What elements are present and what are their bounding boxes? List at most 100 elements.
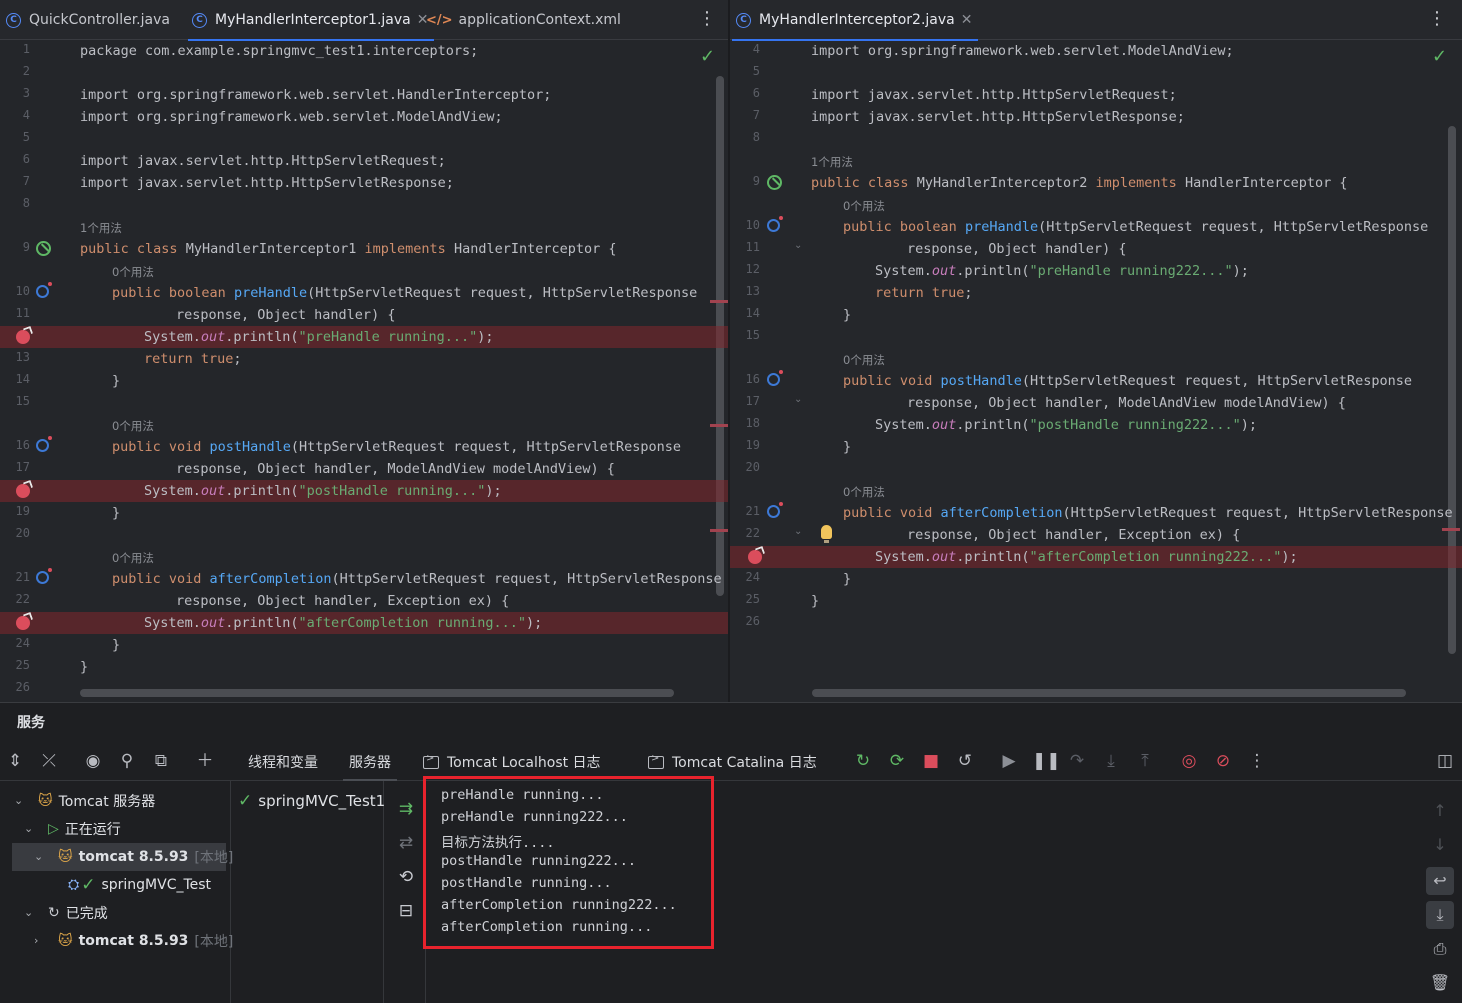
breakpoint-icon[interactable]	[16, 616, 30, 630]
implements-method-icon[interactable]	[767, 216, 783, 232]
new-group-icon[interactable]: ⧉	[150, 750, 172, 772]
code-line-breakpoint: System.out.println("afterCompletion runn…	[0, 612, 728, 634]
pause-icon[interactable]: ❚❚	[1032, 750, 1061, 772]
chevron-down-icon[interactable]: ⌄	[24, 822, 33, 835]
usage-hint[interactable]: 0个用法	[843, 352, 885, 368]
tab-myhandlerinterceptor1[interactable]: C MyHandlerInterceptor1.java ✕	[187, 0, 435, 41]
step-into-icon[interactable]: ⤓	[1100, 750, 1122, 772]
layout-icon[interactable]: ◫	[1434, 750, 1456, 772]
collapse-all-icon[interactable]: ⤫	[38, 750, 60, 772]
fold-icon[interactable]: ⌄	[794, 240, 802, 251]
code-line: 26	[745, 614, 760, 628]
right-code-area[interactable]: 4 import org.springframework.web.servlet…	[730, 40, 1462, 702]
print-icon[interactable]: ⎙	[1426, 935, 1454, 963]
close-icon[interactable]: ✕	[961, 12, 973, 28]
breakpoint-icon[interactable]	[16, 330, 30, 344]
more-options-icon[interactable]: ⋮	[1428, 9, 1446, 29]
code-line: 22 ⌄ response, Object handler, Exception…	[745, 525, 1241, 543]
usage-hint[interactable]: 0个用法	[112, 550, 154, 566]
code-line: 3 import org.springframework.web.servlet…	[22, 86, 552, 103]
no-run-icon[interactable]	[767, 175, 782, 190]
implements-method-icon[interactable]	[36, 436, 52, 452]
left-code-area[interactable]: 1 package com.example.springmvc_test1.in…	[0, 40, 728, 702]
tree-item-artifact[interactable]: ⛭ ✓ springMVC_Test	[0, 871, 230, 899]
implements-method-icon[interactable]	[767, 370, 783, 386]
fold-icon[interactable]: ⌄	[794, 526, 802, 537]
rerun-icon[interactable]: ↻	[852, 750, 874, 772]
arrow-up-icon[interactable]: ↑	[1426, 797, 1454, 825]
filter-icon[interactable]: ⚲	[116, 750, 138, 772]
trash-icon[interactable]: 🗑	[1426, 969, 1454, 997]
code-line: 25 }	[15, 658, 89, 675]
left-editor-pane: C QuickController.java C MyHandlerInterc…	[0, 0, 728, 702]
deploy-all-icon[interactable]: ⇉	[395, 799, 417, 819]
tree-item-tomcat-server[interactable]: ⌄ 🐱 Tomcat 服务器	[0, 787, 230, 815]
tab-applicationcontext[interactable]: </> applicationContext.xml	[426, 0, 621, 40]
usage-hint[interactable]: 0个用法	[112, 418, 154, 434]
code-line: 25 }	[745, 592, 820, 609]
step-out-icon[interactable]: ⤒	[1134, 750, 1156, 772]
breakpoint-icon[interactable]	[748, 550, 762, 564]
chevron-right-icon[interactable]: ›	[34, 934, 38, 947]
implements-method-icon[interactable]	[36, 568, 52, 584]
implements-method-icon[interactable]	[36, 282, 52, 298]
eye-icon[interactable]: ◉	[82, 750, 104, 772]
tab-quickcontroller[interactable]: C QuickController.java	[6, 0, 170, 40]
expand-all-icon[interactable]: ⇕	[4, 750, 26, 772]
tab-threads-variables[interactable]: 线程和变量	[248, 743, 318, 781]
code-line: 24 }	[745, 570, 852, 587]
tree-item-tomcat-running[interactable]: ⌄ 🐱 tomcat 8.5.93 [本地]	[12, 843, 233, 871]
refresh-icon[interactable]: ⟲	[395, 867, 417, 887]
code-line: 13 return true;	[745, 284, 973, 301]
stop-icon[interactable]: ■	[920, 750, 942, 772]
refresh-icon: ↻	[48, 905, 60, 921]
mute-breakpoints-icon[interactable]: ⊘	[1212, 750, 1234, 772]
more-options-icon[interactable]: ⋮	[698, 9, 716, 29]
code-line: 11 ⌄ response, Object handler) {	[745, 240, 1127, 257]
chevron-down-icon[interactable]: ⌄	[24, 906, 33, 919]
add-icon[interactable]: ＋	[194, 750, 216, 772]
deployed-check-icon: ✓	[81, 875, 96, 895]
deployment-item[interactable]: ✓ springMVC_Test1	[238, 791, 385, 811]
step-over-icon[interactable]: ↷	[1066, 750, 1088, 772]
update-app-icon[interactable]: ⟳	[886, 750, 908, 772]
tab-myhandlerinterceptor2[interactable]: C MyHandlerInterceptor2.java ✕	[731, 0, 979, 41]
usage-hint[interactable]: 0个用法	[112, 264, 154, 280]
tomcat-icon: 🐱	[58, 849, 73, 865]
code-line: 7 import javax.servlet.http.HttpServletR…	[752, 108, 1185, 125]
code-line: 19 }	[745, 438, 852, 455]
soft-wrap-icon[interactable]: ↩	[1426, 867, 1454, 895]
code-line: 20	[15, 526, 30, 540]
tree-item-tomcat-finished[interactable]: › 🐱 tomcat 8.5.93 [本地]	[0, 927, 233, 955]
code-line: 14 }	[15, 372, 121, 389]
chevron-down-icon[interactable]: ⌄	[34, 850, 43, 863]
code-line: 8	[752, 130, 760, 144]
services-title: 服务	[17, 715, 45, 731]
implements-method-icon[interactable]	[767, 502, 783, 518]
breakpoint-icon[interactable]	[16, 484, 30, 498]
resume-icon[interactable]: ▶	[998, 750, 1020, 772]
tab-server[interactable]: 服务器	[343, 743, 397, 781]
code-line: 9 public class MyHandlerInterceptor2 imp…	[752, 174, 1348, 191]
usage-hint[interactable]: 1个用法	[811, 154, 853, 170]
usage-hint[interactable]: 0个用法	[843, 484, 885, 500]
restart-icon[interactable]: ↺	[954, 750, 976, 772]
usage-hint[interactable]: 1个用法	[80, 220, 122, 236]
tree-item-running[interactable]: ⌄ ▷ 正在运行	[0, 815, 230, 843]
deploy-settings-icon[interactable]: ⊟	[395, 901, 417, 921]
chevron-down-icon[interactable]: ⌄	[14, 794, 23, 807]
scroll-to-end-icon[interactable]: ⤓	[1426, 901, 1454, 929]
tree-item-finished[interactable]: ⌄ ↻ 已完成	[0, 899, 230, 927]
undeploy-icon[interactable]: ⇄	[395, 833, 417, 853]
arrow-down-icon[interactable]: ↓	[1426, 831, 1454, 859]
usage-hint[interactable]: 0个用法	[843, 198, 885, 214]
fold-icon[interactable]: ⌄	[794, 394, 802, 405]
view-breakpoints-icon[interactable]: ◎	[1178, 750, 1200, 772]
code-line: 5	[22, 130, 30, 144]
run-icon: ▷	[48, 821, 59, 837]
tomcat-icon: 🐱	[38, 793, 53, 809]
code-line: 24 }	[15, 636, 121, 653]
more-options-icon[interactable]: ⋮	[1246, 750, 1268, 772]
no-run-icon[interactable]	[36, 241, 51, 256]
lightbulb-icon[interactable]	[821, 525, 832, 543]
